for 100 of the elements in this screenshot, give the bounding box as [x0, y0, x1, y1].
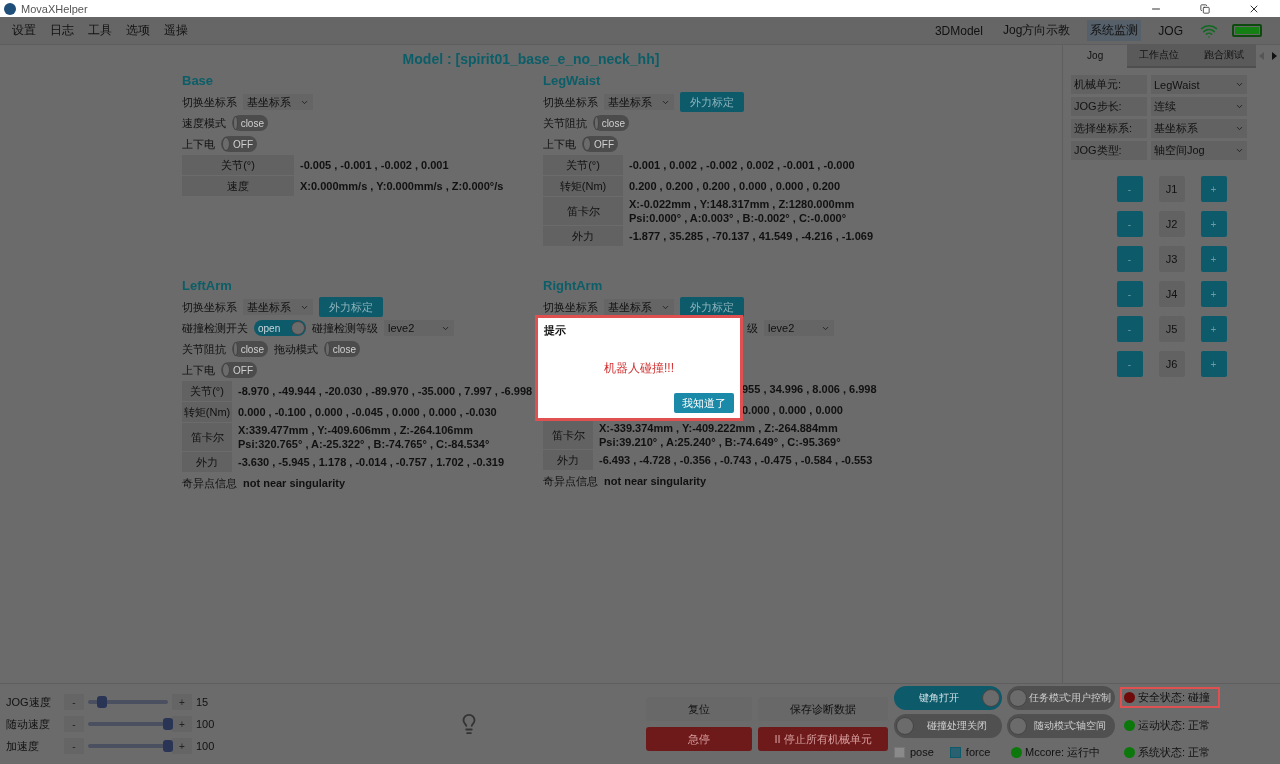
dropdown[interactable]: 基坐标系 — [243, 299, 313, 315]
status-text: 运动状态: 正常 — [1138, 718, 1211, 733]
joint-label: J2 — [1158, 211, 1185, 237]
jog-minus-button[interactable]: - — [1116, 211, 1143, 237]
toggle-switch[interactable]: 键角打开 — [894, 685, 1002, 710]
dropdown[interactable]: 基坐标系 — [604, 299, 674, 315]
jog-minus-button[interactable]: - — [1116, 351, 1143, 377]
calibrate-button[interactable]: 外力标定 — [680, 92, 744, 112]
calibrate-button[interactable]: 外力标定 — [680, 297, 744, 317]
scroll-right-icon[interactable] — [1270, 52, 1278, 60]
toggle-switch[interactable]: open — [254, 320, 306, 336]
data-value: 0.000 , -0.100 , 0.000 , -0.045 , 0.000 , 0.000 , -0.030 — [238, 405, 497, 419]
slider-value: 100 — [196, 718, 216, 730]
dropdown[interactable]: 连续 — [1151, 97, 1247, 116]
jog-minus-button[interactable]: - — [1116, 316, 1143, 342]
dropdown[interactable]: 基坐标系 — [1151, 119, 1247, 138]
window-title: MovaXHelper — [21, 2, 89, 15]
action-button[interactable]: 复位 — [646, 697, 752, 721]
data-label: 转矩(Nm) — [543, 176, 623, 196]
toggle-switch[interactable]: close — [593, 115, 629, 131]
menu-item[interactable]: 工具 — [88, 22, 112, 39]
stop-button[interactable]: 急停 — [646, 727, 752, 751]
nav-tab[interactable]: 系统监测 — [1087, 20, 1142, 41]
jog-plus-button[interactable]: + — [1200, 281, 1227, 307]
field-label: 速度模式 — [182, 115, 226, 131]
dropdown[interactable]: LegWaist — [1151, 75, 1247, 94]
stop-button[interactable]: II 停止所有机械单元 — [758, 727, 888, 751]
dialog-title: 提示 — [544, 323, 567, 338]
field-label: 上下电 — [182, 362, 215, 378]
status-text: Mccore: 运行中 — [1025, 744, 1101, 760]
confirm-button[interactable]: 我知道了 — [674, 393, 734, 413]
field-label: 拖动模式 — [274, 341, 318, 357]
increase-button[interactable]: + — [172, 694, 192, 710]
dropdown[interactable]: 基坐标系 — [243, 94, 313, 110]
data-value: -0.005 , -0.001 , -0.002 , 0.001 — [300, 158, 449, 172]
data-label: 笛卡尔 — [182, 423, 232, 451]
field-label: 机械单元: — [1071, 75, 1147, 94]
calibrate-button[interactable]: 外力标定 — [319, 297, 383, 317]
checkbox[interactable] — [949, 746, 961, 758]
field-label: 奇异点信息 — [543, 473, 598, 489]
data-value: 955 , 34.996 , 8.006 , 6.998 — [742, 382, 877, 396]
menu-item[interactable]: 日志 — [50, 22, 74, 39]
slider-thumb[interactable] — [163, 718, 173, 730]
jog-minus-button[interactable]: - — [1116, 176, 1143, 202]
nav-tab[interactable]: JOG — [1155, 21, 1186, 40]
decrease-button[interactable]: - — [64, 738, 84, 754]
field-label: 碰撞检测开关 — [182, 320, 248, 336]
slider-thumb[interactable] — [163, 740, 173, 752]
nav-tab[interactable]: Jog方向示教 — [999, 20, 1074, 41]
toggle-switch[interactable]: 随动模式:轴空间 — [1007, 713, 1115, 738]
data-label: 外力 — [543, 450, 593, 470]
dropdown[interactable]: leve2 — [764, 320, 834, 336]
menu-item[interactable]: 选项 — [126, 22, 150, 39]
model-title: Model : [spirit01_base_e_no_neck_hh] — [402, 51, 660, 67]
panel-title: RightArm — [543, 278, 604, 293]
dropdown[interactable]: 基坐标系 — [604, 94, 674, 110]
jog-plus-button[interactable]: + — [1200, 211, 1227, 237]
data-label: 外力 — [182, 452, 232, 472]
chevron-down-icon — [1235, 80, 1244, 89]
checkbox-label: pose — [910, 746, 934, 758]
toggle-switch[interactable]: OFF — [582, 136, 618, 152]
joint-label: J1 — [1158, 176, 1185, 202]
toggle-switch[interactable]: close — [324, 341, 360, 357]
tab[interactable]: 跑合测试 — [1191, 44, 1256, 68]
jog-plus-button[interactable]: + — [1200, 246, 1227, 272]
toggle-switch[interactable]: 任务模式:用户控制 — [1007, 685, 1115, 710]
dropdown[interactable]: 轴空间Jog — [1151, 141, 1247, 160]
jog-plus-button[interactable]: + — [1200, 351, 1227, 377]
toggle-switch[interactable]: 碰撞处理关闭 — [894, 713, 1002, 738]
data-label: 笛卡尔 — [543, 197, 623, 225]
field-label: 上下电 — [543, 136, 576, 152]
dropdown[interactable]: leve2 — [384, 320, 454, 336]
jog-minus-button[interactable]: - — [1116, 281, 1143, 307]
toggle-switch[interactable]: close — [232, 115, 268, 131]
slider-thumb[interactable] — [97, 696, 108, 708]
data-value: X:-339.374mm , Y:-409.222mm , Z:-264.884mm Psi:39.210° , A:25.240° , B:-74.649° , C:-95.369° — [599, 421, 841, 449]
panel-title: LeftArm — [182, 278, 233, 293]
app-logo-icon — [4, 2, 16, 15]
jog-plus-button[interactable]: + — [1200, 176, 1227, 202]
jog-plus-button[interactable]: + — [1200, 316, 1227, 342]
data-label: 转矩(Nm) — [182, 402, 232, 422]
toggle-switch[interactable]: OFF — [221, 362, 257, 378]
restore-icon[interactable] — [1200, 3, 1210, 14]
menu-item[interactable]: 设置 — [12, 22, 36, 39]
slider-label: 加速度 — [6, 738, 40, 754]
decrease-button[interactable]: - — [64, 716, 84, 732]
checkbox[interactable] — [894, 746, 905, 758]
increase-button[interactable]: + — [172, 716, 192, 732]
tab[interactable]: 工作点位 — [1127, 44, 1192, 68]
menu-item[interactable]: 遥操 — [164, 22, 188, 39]
data-label: 关节(°) — [182, 381, 232, 401]
action-button[interactable]: 保存诊断数据 — [758, 697, 888, 721]
increase-button[interactable]: + — [172, 738, 192, 754]
toggle-switch[interactable]: close — [232, 341, 268, 357]
field-label: 切换坐标系 — [182, 299, 237, 315]
nav-tab[interactable]: 3DModel — [931, 21, 986, 40]
jog-minus-button[interactable]: - — [1116, 246, 1143, 272]
checkbox-label: force — [965, 746, 991, 758]
toggle-switch[interactable]: OFF — [221, 136, 257, 152]
decrease-button[interactable]: - — [64, 694, 84, 710]
